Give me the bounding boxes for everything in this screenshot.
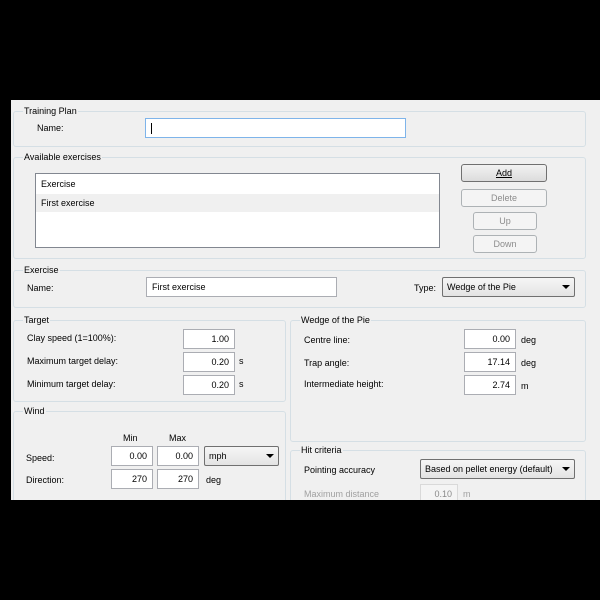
- chevron-down-icon: [562, 285, 570, 289]
- wind-title: Wind: [23, 406, 46, 417]
- exercise-list-header[interactable]: Exercise: [36, 174, 439, 195]
- centre-line-unit: deg: [521, 335, 537, 345]
- trap-angle-input[interactable]: 17.14: [464, 352, 516, 372]
- wind-speed-max-input[interactable]: 0.00: [157, 446, 199, 466]
- max-target-delay-label: Maximum target delay:: [27, 356, 119, 366]
- wind-direction-min-input[interactable]: 270: [111, 469, 153, 489]
- pointing-accuracy-label: Pointing accuracy: [304, 465, 376, 475]
- max-distance-unit: m: [463, 489, 471, 499]
- pointing-accuracy-select[interactable]: Based on pellet energy (default): [420, 459, 575, 479]
- exercise-name-label: Name:: [27, 283, 54, 293]
- wedge-title: Wedge of the Pie: [300, 315, 371, 326]
- min-target-delay-unit: s: [239, 379, 244, 389]
- intermediate-height-label: Intermediate height:: [304, 379, 384, 389]
- wind-direction-label: Direction:: [26, 475, 65, 485]
- exercise-name-input[interactable]: First exercise: [146, 277, 337, 297]
- centre-line-input[interactable]: 0.00: [464, 329, 516, 349]
- min-target-delay-input[interactable]: 0.20: [183, 375, 235, 395]
- clay-speed-input[interactable]: 1.00: [183, 329, 235, 349]
- max-target-delay-unit: s: [239, 356, 244, 366]
- text-caret: [151, 123, 152, 135]
- wind-direction-max-input[interactable]: 270: [157, 469, 199, 489]
- chevron-down-icon: [266, 454, 274, 458]
- down-button[interactable]: Down: [473, 235, 537, 253]
- wind-max-header: Max: [169, 433, 187, 443]
- available-exercises-title: Available exercises: [23, 152, 102, 163]
- trap-angle-unit: deg: [521, 358, 537, 368]
- max-target-delay-input[interactable]: 0.20: [183, 352, 235, 372]
- max-distance-input[interactable]: 0.10: [420, 484, 458, 500]
- add-button[interactable]: Add: [461, 164, 547, 182]
- type-label: Type:: [414, 283, 437, 293]
- list-item[interactable]: First exercise: [36, 194, 439, 212]
- trap-angle-label: Trap angle:: [304, 358, 350, 368]
- wind-speed-min-input[interactable]: 0.00: [111, 446, 153, 466]
- training-plan-name-input[interactable]: [145, 118, 406, 138]
- training-plan-dialog: Training Plan Name: Available exercises …: [11, 100, 600, 500]
- wind-direction-unit: deg: [206, 475, 222, 485]
- max-distance-label: Maximum distance: [304, 489, 380, 499]
- wind-min-header: Min: [123, 433, 138, 443]
- up-button[interactable]: Up: [473, 212, 537, 230]
- hit-criteria-title: Hit criteria: [300, 445, 343, 456]
- training-plan-title: Training Plan: [23, 106, 78, 117]
- type-select[interactable]: Wedge of the Pie: [442, 277, 575, 297]
- intermediate-height-unit: m: [521, 381, 529, 391]
- target-title: Target: [23, 315, 51, 326]
- min-target-delay-label: Minimum target delay:: [27, 379, 116, 389]
- clay-speed-label: Clay speed (1=100%):: [27, 333, 117, 343]
- centre-line-label: Centre line:: [304, 335, 351, 345]
- training-plan-name-label: Name:: [37, 123, 64, 133]
- intermediate-height-input[interactable]: 2.74: [464, 375, 516, 395]
- wind-speed-unit-select[interactable]: mph: [204, 446, 279, 466]
- exercise-list[interactable]: Exercise First exercise: [35, 173, 440, 248]
- wind-speed-label: Speed:: [26, 453, 55, 463]
- chevron-down-icon: [562, 467, 570, 471]
- delete-button[interactable]: Delete: [461, 189, 547, 207]
- exercise-title: Exercise: [23, 265, 60, 276]
